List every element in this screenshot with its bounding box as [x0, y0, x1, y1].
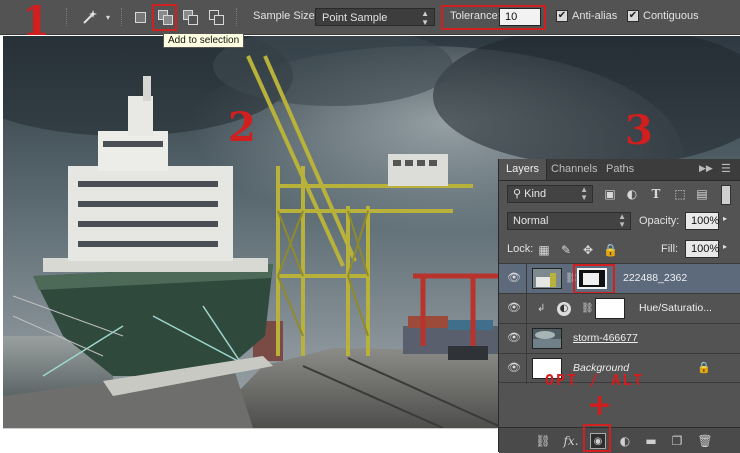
collapse-panel-icon[interactable]: ▶▶ [699, 163, 713, 174]
tab-layers[interactable]: Layers [499, 159, 548, 180]
panel-tabs: Layers Channels Paths ▶▶ ☰ [499, 159, 740, 181]
filter-kind-label: Kind [524, 188, 547, 200]
magic-wand-icon[interactable] [80, 7, 100, 27]
layer-name[interactable]: 222488_2362 [623, 272, 687, 284]
opacity-dropdown-icon[interactable]: ▸ [723, 214, 727, 223]
visibility-column-divider [526, 294, 527, 324]
adjustment-icon[interactable]: ◐ [617, 433, 633, 449]
layer-row-hue-saturation[interactable]: 👁 ↲ ◐ ⛓ Hue/Saturatio... [499, 293, 740, 324]
fill-dropdown-icon[interactable]: ▸ [723, 242, 727, 251]
lock-position-icon[interactable]: ✥ [581, 243, 595, 257]
eye-icon[interactable]: 👁 [507, 302, 521, 314]
add-to-selection-tooltip: Add to selection [163, 33, 245, 48]
select-arrows-icon: ▲ ▼ [618, 212, 626, 229]
type-layer-filter-icon[interactable]: T [649, 187, 663, 201]
filter-kind-select[interactable]: ⚲ Kind ▲ ▼ [507, 185, 593, 203]
pixel-layer-filter-icon[interactable]: ▣ [603, 187, 617, 201]
tab-paths[interactable]: Paths [599, 159, 641, 180]
canvas-bottom-strip [3, 428, 497, 451]
blend-mode-value: Normal [513, 215, 549, 227]
sample-size-select[interactable]: Point Sample ▲ ▼ [315, 8, 435, 27]
fx-icon[interactable]: fx. [563, 433, 579, 449]
layer-name[interactable]: Hue/Saturatio... [639, 302, 712, 314]
new-layer-icon[interactable]: ❐ [669, 433, 685, 449]
lock-icon: 🔒 [697, 361, 711, 374]
step-2-number: 2 [228, 104, 256, 151]
tolerance-input[interactable]: 10 [499, 8, 541, 26]
smart-object-filter-icon[interactable]: ▤ [695, 187, 709, 201]
anti-alias-checkbox[interactable]: ✔ [556, 10, 568, 22]
adjustment-mask-thumbnail[interactable] [595, 298, 625, 319]
options-bar-divider [236, 8, 239, 26]
layers-bottom-bar: ⛓ fx. ◉ ◐ ▬ ❐ 🗑 [499, 427, 740, 453]
visibility-column-divider [526, 354, 527, 384]
fill-input[interactable]: 100% [685, 240, 719, 258]
lock-label: Lock: [507, 243, 534, 255]
layer-name[interactable]: storm-466677 [573, 332, 638, 344]
layers-panel: Layers Channels Paths ▶▶ ☰ ⚲ Kind ▲ ▼ ▣ ◐… [498, 159, 740, 453]
clipping-mask-arrow-icon: ↲ [537, 303, 546, 314]
lock-all-icon[interactable]: 🔒 [603, 243, 618, 257]
select-arrows-icon: ▲ ▼ [580, 185, 588, 202]
eye-icon[interactable]: 👁 [507, 362, 521, 374]
sample-size-label: Sample Size: [253, 10, 318, 22]
options-bar: ▾ Sample Size: Point Sample ▲ ▼ Tolerance… [0, 0, 740, 35]
fill-label: Fill: [661, 243, 679, 255]
shape-layer-filter-icon[interactable]: ⬚ [673, 187, 687, 201]
anti-alias-label: Anti-alias [572, 10, 618, 22]
add-mask-highlight [583, 424, 611, 452]
trash-icon[interactable]: 🗑 [697, 433, 713, 449]
eye-icon[interactable]: 👁 [507, 332, 521, 344]
opacity-input[interactable]: 100% [685, 212, 719, 230]
add-to-selection-highlight [152, 4, 177, 31]
opacity-label: Opacity: [639, 215, 680, 227]
search-icon: ⚲ [513, 188, 522, 200]
subtract-from-selection-icon[interactable] [180, 7, 200, 27]
adjustment-layer-filter-icon[interactable]: ◐ [625, 187, 639, 201]
lock-transparent-pixels-icon[interactable]: ▦ [537, 243, 551, 257]
folder-icon[interactable]: ▬ [643, 433, 659, 449]
contiguous-checkbox[interactable]: ✔ [627, 10, 639, 22]
modifier-key-hint: OPT / ALT [545, 371, 645, 389]
layer-row-222488[interactable]: 👁 ⛓ 222488_2362 [499, 263, 740, 294]
contiguous-label: Contiguous [643, 10, 699, 22]
eye-icon[interactable]: 👁 [507, 272, 521, 284]
mask-link-icon[interactable]: ⛓ [581, 303, 594, 314]
new-selection-icon[interactable] [130, 7, 150, 27]
lock-image-pixels-icon[interactable]: ✎ [559, 243, 573, 257]
step-1-number: 1 [22, 0, 50, 45]
step-3-number: 3 [625, 107, 653, 154]
adjustment-layer-icon[interactable]: ◐ [557, 302, 571, 316]
visibility-column-divider [526, 324, 527, 354]
layer-thumbnail[interactable] [532, 268, 562, 289]
sample-size-value: Point Sample [322, 12, 388, 24]
filter-toggle-icon[interactable] [721, 185, 731, 205]
select-arrows-icon: ▲ ▼ [421, 9, 429, 27]
visibility-column-divider [526, 264, 527, 294]
blend-mode-select[interactable]: Normal ▲ ▼ [507, 212, 631, 230]
layer-row-storm[interactable]: 👁 storm-466677 [499, 323, 740, 354]
options-bar-grip[interactable] [66, 8, 69, 26]
options-bar-divider [121, 8, 124, 26]
tool-preset-chevron-icon[interactable]: ▾ [102, 7, 114, 27]
link-icon[interactable]: ⛓ [535, 433, 551, 449]
plus-sign: + [587, 388, 613, 423]
panel-menu-icon[interactable]: ☰ [721, 162, 731, 175]
layer-mask-highlight [573, 264, 615, 294]
tolerance-label: Tolerance: [450, 10, 501, 22]
tab-channels[interactable]: Channels [544, 159, 604, 180]
intersect-selection-icon[interactable] [206, 7, 226, 27]
layer-thumbnail[interactable] [532, 328, 562, 349]
